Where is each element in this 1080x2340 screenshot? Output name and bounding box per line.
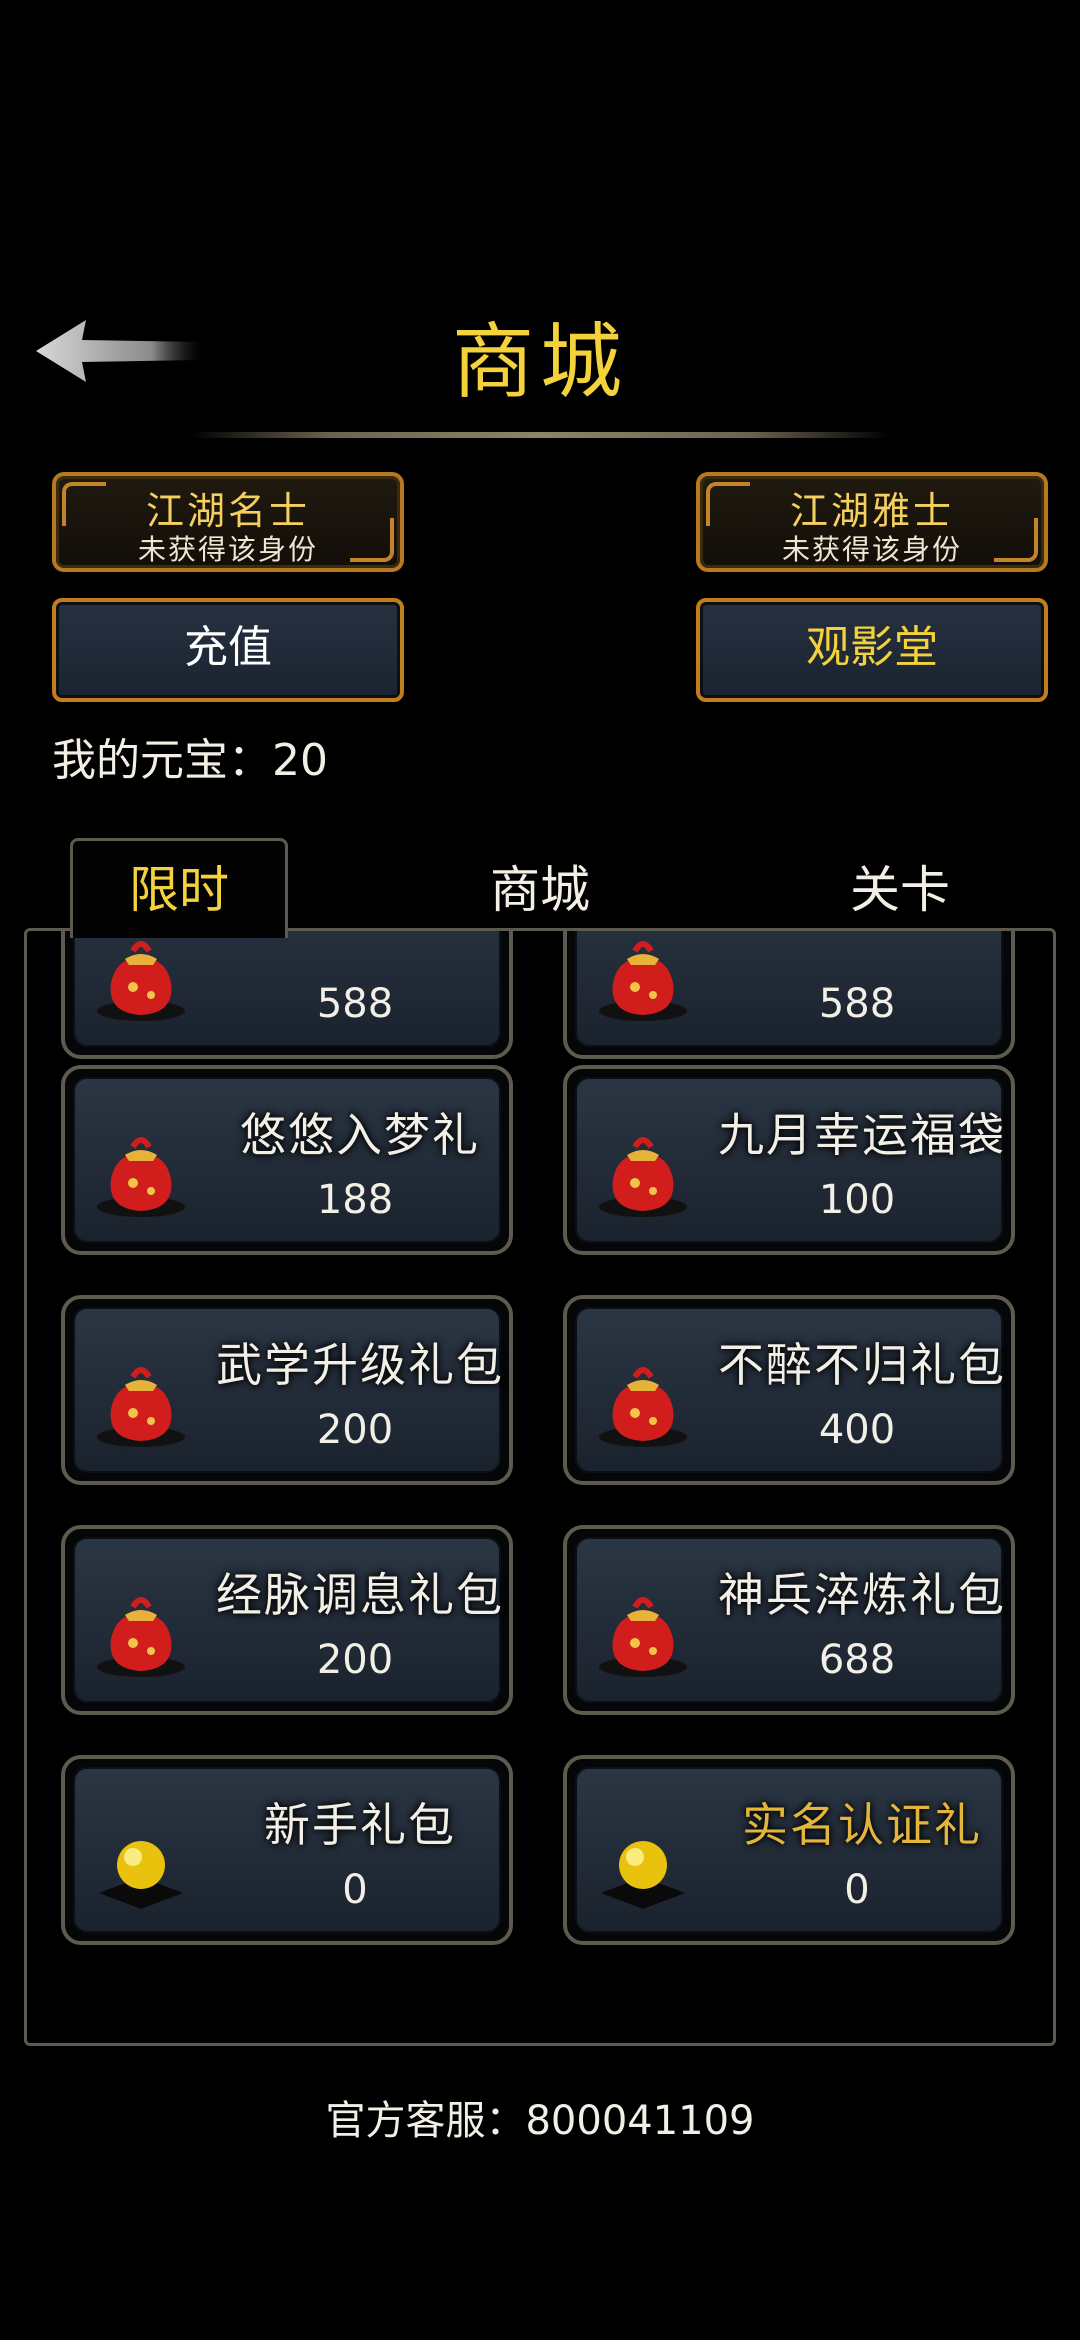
shop-item-card[interactable]: 经脉调息礼包 200 bbox=[61, 1525, 513, 1715]
tab-stage[interactable]: 关卡 bbox=[800, 850, 1000, 922]
shop-item-card[interactable]: 588 bbox=[563, 931, 1015, 1059]
identity-badge-mingshi[interactable]: 江湖名士 未获得该身份 bbox=[52, 472, 404, 572]
shop-item-name: 不醉不归礼包 bbox=[718, 1338, 1006, 1392]
currency-label: 我的元宝： bbox=[52, 735, 272, 786]
shop-item-card[interactable]: 588 bbox=[61, 931, 513, 1059]
shop-item-name: 经脉调息礼包 bbox=[216, 1568, 504, 1622]
shop-item-price: 0 bbox=[342, 1867, 368, 1913]
shop-item-price: 588 bbox=[818, 981, 896, 1027]
title-divider bbox=[190, 432, 890, 438]
tab-limited[interactable]: 限时 bbox=[70, 850, 288, 922]
red-gift-bag-icon bbox=[97, 1367, 185, 1447]
gold-orb-icon bbox=[99, 1841, 183, 1909]
identity-badge-status: 未获得该身份 bbox=[781, 533, 962, 566]
shop-item-name: 武学升级礼包 bbox=[216, 1338, 504, 1392]
identity-badge-name: 江湖雅士 bbox=[789, 489, 954, 533]
shop-item-price: 200 bbox=[316, 1637, 394, 1683]
shop-item-price: 200 bbox=[316, 1407, 394, 1453]
recharge-button[interactable]: 充值 bbox=[52, 598, 404, 702]
shop-item-name: 九月幸运福袋 bbox=[718, 1108, 1006, 1162]
red-gift-bag-icon bbox=[599, 941, 687, 1021]
shop-item-name: 神兵淬炼礼包 bbox=[718, 1568, 1006, 1622]
identity-badge-name: 江湖名士 bbox=[145, 489, 310, 533]
shop-item-card[interactable]: 九月幸运福袋 100 bbox=[563, 1065, 1015, 1255]
currency-display: 我的元宝：20 bbox=[52, 724, 328, 788]
red-gift-bag-icon bbox=[599, 1367, 687, 1447]
identity-badge-yashi[interactable]: 江湖雅士 未获得该身份 bbox=[696, 472, 1048, 572]
red-gift-bag-icon bbox=[599, 1597, 687, 1677]
shop-item-name: 新手礼包 bbox=[264, 1798, 456, 1852]
shop-item-price: 400 bbox=[818, 1407, 896, 1453]
shop-item-price: 188 bbox=[316, 1177, 394, 1223]
red-gift-bag-icon bbox=[599, 1137, 687, 1217]
red-gift-bag-icon bbox=[97, 1597, 185, 1677]
shop-item-name: 实名认证礼 bbox=[742, 1798, 982, 1852]
shop-item-card[interactable]: 悠悠入梦礼 188 bbox=[61, 1065, 513, 1255]
currency-value: 20 bbox=[272, 735, 328, 786]
shop-item-price: 588 bbox=[316, 981, 394, 1027]
tab-mall[interactable]: 商城 bbox=[440, 850, 640, 922]
gold-orb-icon bbox=[601, 1841, 685, 1909]
shop-item-card[interactable]: 武学升级礼包 200 bbox=[61, 1295, 513, 1485]
red-gift-bag-icon bbox=[97, 1137, 185, 1217]
shop-item-price: 100 bbox=[818, 1177, 896, 1223]
customer-service-text: 官方客服：800041109 bbox=[325, 2098, 755, 2144]
shop-item-price: 0 bbox=[844, 1867, 870, 1913]
shop-item-card[interactable]: 实名认证礼 0 bbox=[563, 1755, 1015, 1945]
shop-panel: 588 588 悠悠入梦礼 188 九月幸运福袋 100 武学升级礼包 200 … bbox=[24, 928, 1056, 2046]
page-title: 商城 bbox=[451, 315, 628, 410]
shop-item-name: 悠悠入梦礼 bbox=[240, 1108, 480, 1162]
identity-badge-status: 未获得该身份 bbox=[137, 533, 318, 566]
shop-item-card[interactable]: 神兵淬炼礼包 688 bbox=[563, 1525, 1015, 1715]
shop-item-card[interactable]: 新手礼包 0 bbox=[61, 1755, 513, 1945]
shop-item-price: 688 bbox=[818, 1637, 896, 1683]
red-gift-bag-icon bbox=[97, 941, 185, 1021]
shop-item-card[interactable]: 不醉不归礼包 400 bbox=[563, 1295, 1015, 1485]
cinema-button[interactable]: 观影堂 bbox=[696, 598, 1048, 702]
